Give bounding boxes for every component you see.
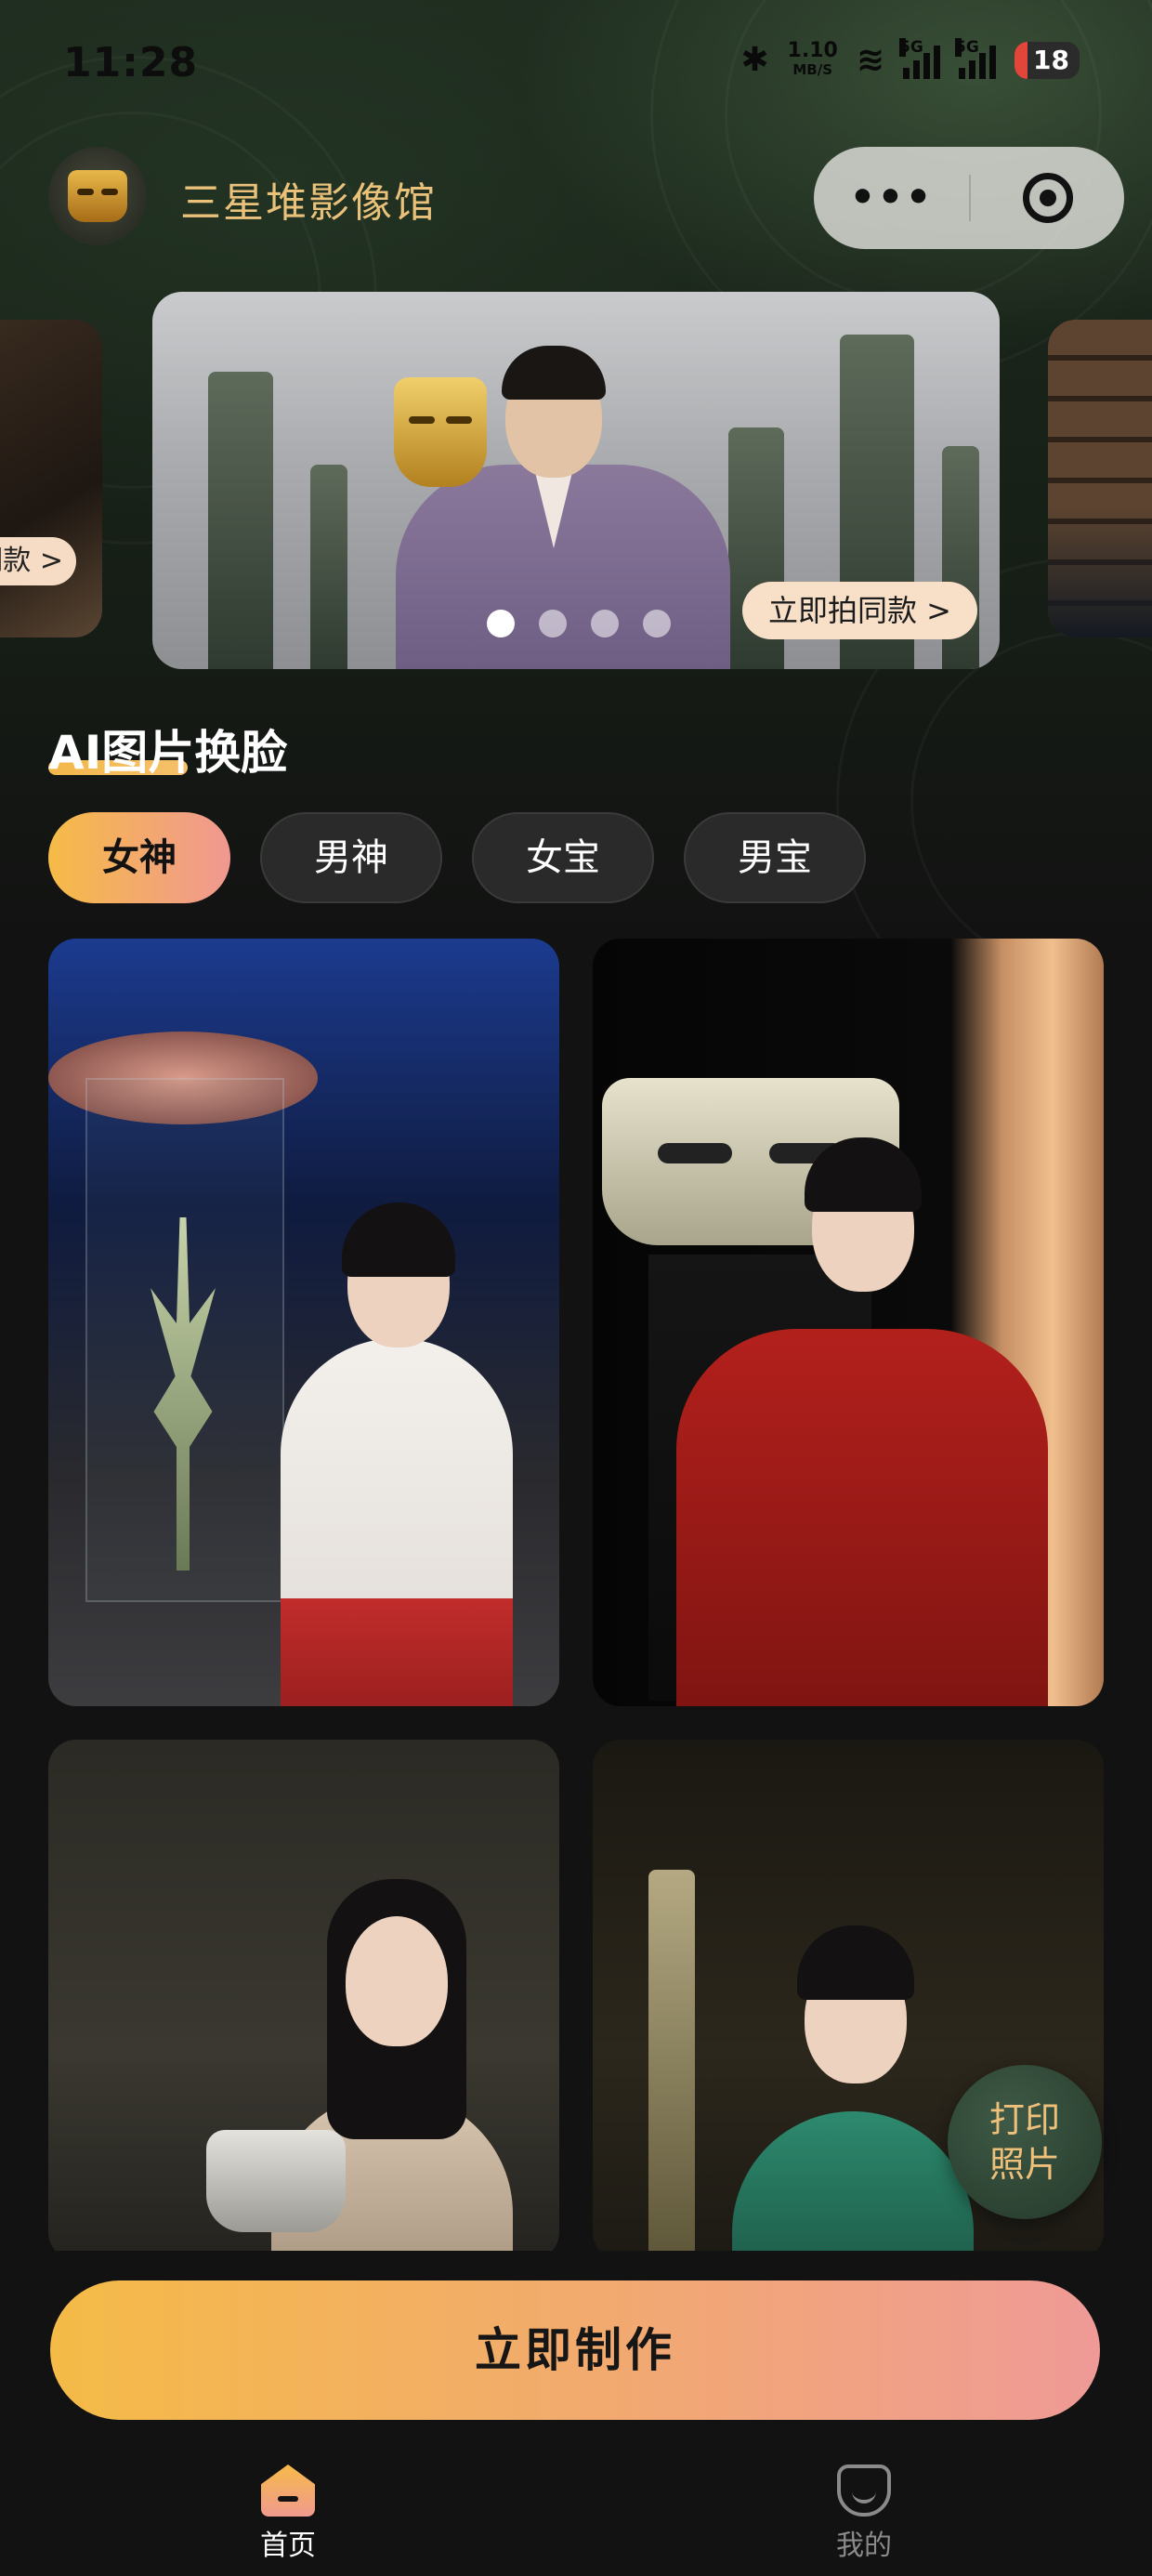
bluetooth-icon: ✱ (740, 41, 769, 79)
target-icon (1022, 173, 1073, 223)
banner-next-card[interactable] (1048, 320, 1152, 637)
make-now-button[interactable]: 立即制作 (50, 2280, 1100, 2420)
tab-goddess[interactable]: 女神 (48, 812, 230, 903)
smile-icon (837, 2464, 891, 2517)
print-photo-button[interactable]: 打印 照片 (948, 2065, 1102, 2219)
tabbar-item-mine[interactable]: 我的 (808, 2464, 920, 2563)
tab-baby-girl[interactable]: 女宝 (472, 812, 654, 903)
bronze-mask-icon (68, 170, 127, 222)
wifi-icon: ≋ (856, 41, 884, 79)
app-title: 三星堆影像馆 (180, 179, 437, 227)
tabbar-item-home[interactable]: 首页 (232, 2464, 344, 2563)
close-button[interactable] (971, 173, 1124, 223)
banner-main[interactable]: 立即拍同款 > (152, 292, 1000, 669)
signal-icon: 5G (899, 37, 940, 79)
template-grid (48, 939, 1104, 2251)
section-title: AI图片换脸 (48, 726, 288, 780)
carousel-dot[interactable] (539, 610, 567, 637)
status-time: 11:28 (63, 39, 199, 86)
tab-god[interactable]: 男神 (260, 812, 442, 903)
shoot-same-button[interactable]: 立即拍同款 > (742, 582, 977, 639)
app-logo[interactable] (48, 147, 147, 245)
silver-mask-image (206, 2130, 346, 2232)
carousel-indicator (487, 610, 671, 637)
carousel-dot[interactable] (591, 610, 619, 637)
home-icon (261, 2464, 315, 2517)
template-card[interactable] (48, 1740, 559, 2251)
tabbar-label: 首页 (260, 2530, 316, 2562)
template-card[interactable] (593, 939, 1104, 1706)
tab-baby-boy[interactable]: 男宝 (684, 812, 866, 903)
category-tabs: 女神 男神 女宝 男宝 (48, 812, 866, 903)
carousel-dot[interactable] (643, 610, 671, 637)
banner-prev-card[interactable]: 同款 > (0, 320, 102, 637)
prev-card-button[interactable]: 同款 > (0, 537, 76, 585)
mini-program-capsule: ••• (814, 147, 1124, 249)
more-button[interactable]: ••• (814, 147, 969, 249)
status-bar: 11:28 ✱ 1.10 MB/S ≋ 5G 5G 18 (0, 0, 1152, 139)
signal-icon-2: 5G (955, 37, 996, 79)
gold-mask-image (394, 377, 487, 487)
battery-icon: 18 (1015, 41, 1080, 79)
bottom-tab-bar: 首页 我的 (0, 2442, 1152, 2576)
tabbar-label: 我的 (836, 2530, 892, 2562)
app-header: 三星堆影像馆 ••• (0, 139, 1152, 251)
network-speed: 1.10 MB/S (787, 38, 838, 78)
template-card[interactable] (48, 939, 559, 1706)
carousel-dot[interactable] (487, 610, 515, 637)
